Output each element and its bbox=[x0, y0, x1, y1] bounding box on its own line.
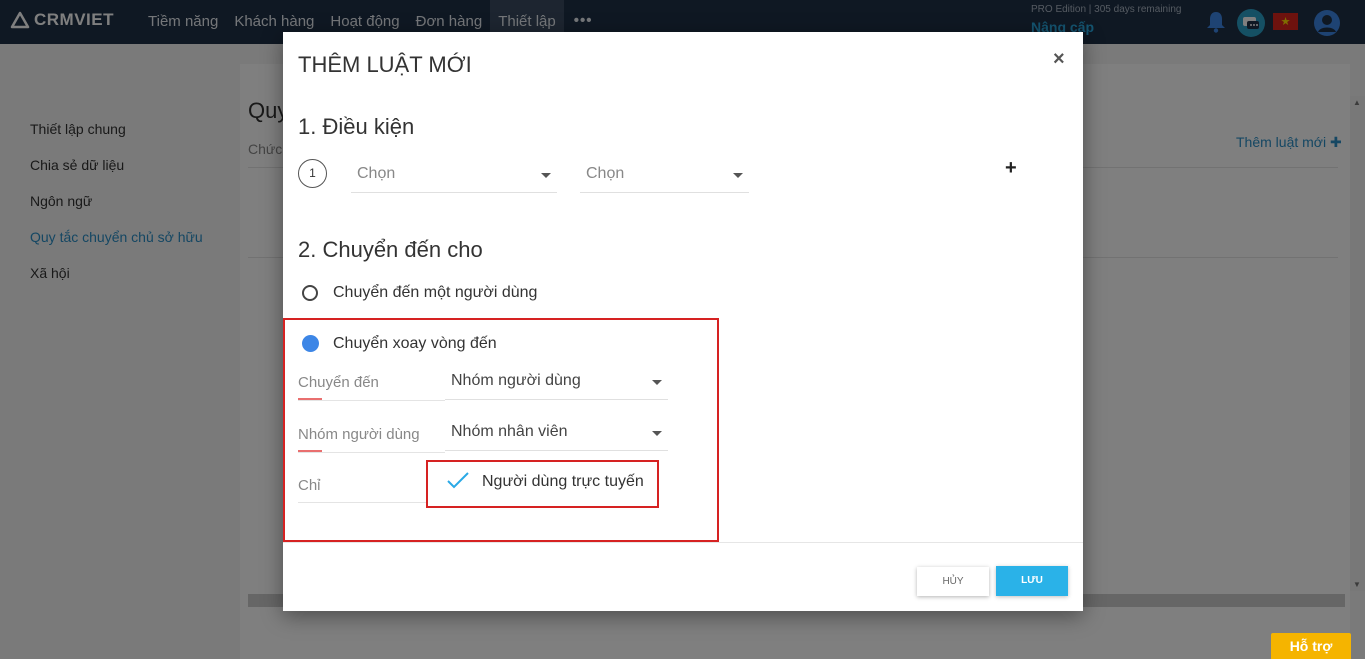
online-users-label: Người dùng trực tuyến bbox=[482, 473, 644, 490]
condition-field-value: Chọn bbox=[357, 165, 396, 182]
chevron-down-icon bbox=[652, 380, 662, 385]
checkmark-icon bbox=[446, 470, 470, 495]
field-underline bbox=[298, 502, 428, 503]
condition-number-badge: 1 bbox=[298, 159, 327, 188]
user-group-select[interactable]: Nhóm nhân viên bbox=[445, 415, 668, 451]
modal-footer-divider bbox=[283, 542, 1083, 543]
transfer-to-select[interactable]: Nhóm người dùng bbox=[445, 364, 668, 400]
field-underline bbox=[298, 400, 445, 401]
support-button[interactable]: Hỗ trợ bbox=[1271, 633, 1351, 659]
section-conditions-title: 1. Điều kiện bbox=[298, 114, 415, 139]
field-accent bbox=[298, 398, 322, 400]
add-rule-modal: THÊM LUẬT MỚI × 1. Điều kiện 1 Chọn Chọn… bbox=[283, 32, 1083, 611]
online-users-checkbox[interactable]: Người dùng trực tuyến bbox=[426, 460, 659, 508]
condition-operator-select[interactable]: Chọn bbox=[580, 157, 749, 193]
chevron-down-icon bbox=[541, 173, 551, 178]
save-button[interactable]: LƯU bbox=[996, 566, 1068, 596]
condition-field-select[interactable]: Chọn bbox=[351, 157, 557, 193]
close-icon[interactable]: × bbox=[1053, 48, 1065, 71]
field-label-only: Chỉ bbox=[298, 477, 321, 494]
chevron-down-icon bbox=[733, 173, 743, 178]
condition-operator-value: Chọn bbox=[586, 165, 625, 182]
radio-round-robin[interactable] bbox=[302, 335, 319, 352]
field-underline bbox=[298, 452, 445, 453]
field-label-transfer-to: Chuyển đến bbox=[298, 374, 379, 391]
section-assign-title: 2. Chuyển đến cho bbox=[298, 237, 483, 262]
transfer-to-value: Nhóm người dùng bbox=[451, 372, 581, 389]
modal-title: THÊM LUẬT MỚI bbox=[298, 52, 472, 77]
chevron-down-icon bbox=[652, 431, 662, 436]
cancel-button[interactable]: HỦY bbox=[917, 567, 989, 596]
field-label-user-group: Nhóm người dùng bbox=[298, 426, 420, 443]
field-accent bbox=[298, 450, 322, 452]
user-group-value: Nhóm nhân viên bbox=[451, 423, 568, 440]
radio-single-user-label[interactable]: Chuyển đến một người dùng bbox=[333, 284, 537, 302]
radio-round-robin-label[interactable]: Chuyển xoay vòng đến bbox=[333, 335, 497, 353]
radio-single-user[interactable] bbox=[302, 285, 318, 301]
add-condition-plus-icon[interactable]: + bbox=[1005, 157, 1017, 180]
